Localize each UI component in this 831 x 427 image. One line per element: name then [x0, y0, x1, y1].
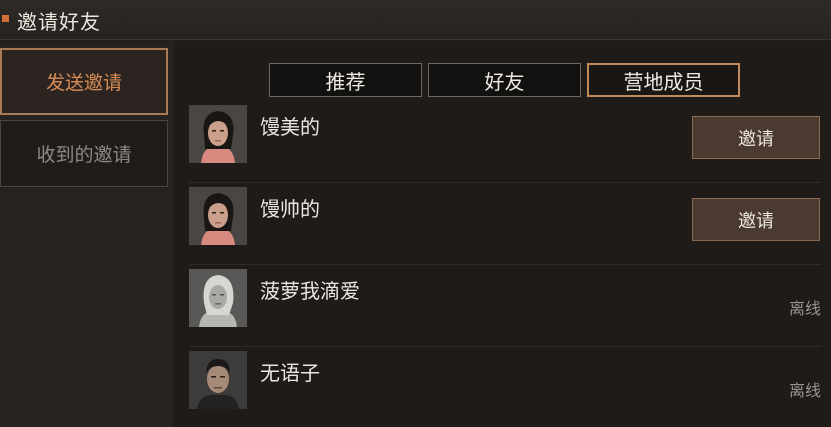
sidebar: 发送邀请 收到的邀请 [0, 41, 174, 427]
male-avatar [189, 351, 247, 409]
list-item: 菠萝我滴爱 离线 [189, 265, 821, 347]
female-avatar [189, 105, 247, 163]
panel-title: 邀请好友 [17, 10, 101, 34]
send-invite-tab[interactable]: 发送邀请 [0, 48, 168, 115]
player-name: 无语子 [260, 361, 320, 385]
invite-button[interactable]: 邀请 [692, 116, 820, 159]
tab-recommended[interactable]: 推荐 [269, 63, 422, 97]
main-panel: 推荐 好友 营地成员 馒美的 邀请 馒帅的 邀请 菠萝我滴爱 离线 无语子 离线 [174, 41, 831, 427]
player-name: 馒美的 [260, 115, 320, 139]
tab-camp-members[interactable]: 营地成员 [587, 63, 740, 97]
received-invite-tab[interactable]: 收到的邀请 [0, 120, 168, 187]
category-tabs: 推荐 好友 营地成员 [269, 63, 740, 97]
panel-header: 邀请好友 [0, 0, 831, 40]
female-avatar [189, 187, 247, 245]
grayscale-female-avatar [189, 269, 247, 327]
list-item: 馒帅的 邀请 [189, 183, 821, 265]
list-item: 无语子 离线 [189, 347, 821, 427]
player-list: 馒美的 邀请 馒帅的 邀请 菠萝我滴爱 离线 无语子 离线 [189, 101, 821, 427]
status-label: 离线 [788, 381, 821, 400]
header-accent-icon [2, 15, 9, 22]
invite-button[interactable]: 邀请 [692, 198, 820, 241]
player-name: 菠萝我滴爱 [260, 279, 360, 303]
player-name: 馒帅的 [260, 197, 320, 221]
list-item: 馒美的 邀请 [189, 101, 821, 183]
tab-friends[interactable]: 好友 [428, 63, 581, 97]
status-label: 离线 [788, 299, 821, 318]
